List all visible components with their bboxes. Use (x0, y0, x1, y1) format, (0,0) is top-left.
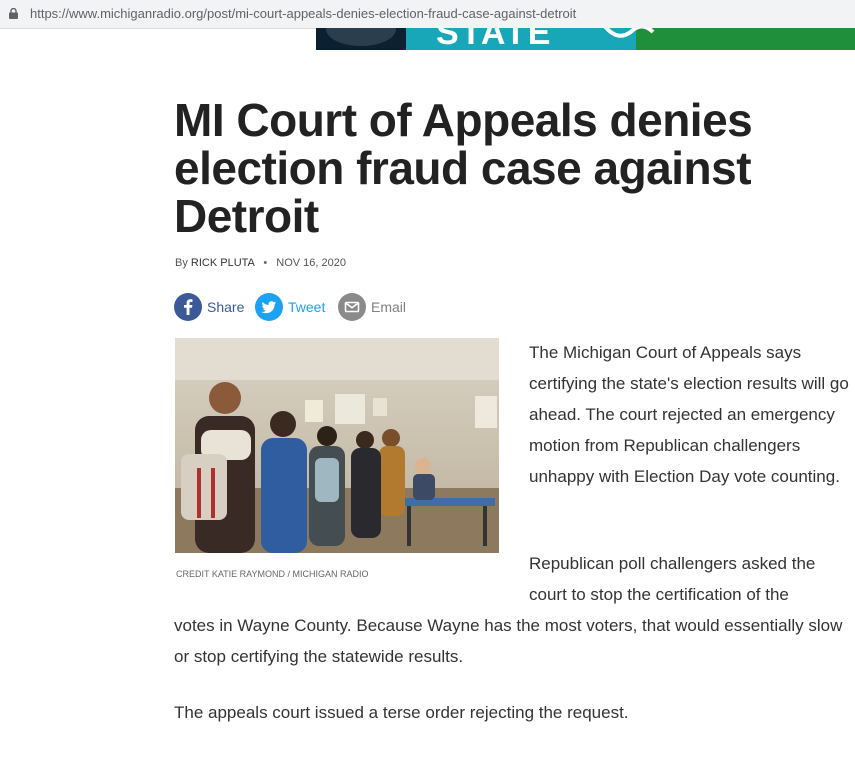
byline-separator: • (263, 257, 268, 269)
ad-green-panel (636, 28, 855, 50)
lock-icon (9, 8, 18, 19)
paragraph-2-continued: votes in Wayne County. Because Wayne has… (174, 616, 843, 666)
ad-text: STATE (436, 28, 553, 50)
paragraph-3: The appeals court issued a terse order r… (174, 703, 629, 722)
article-photo[interactable] (175, 338, 499, 553)
facebook-share-label: Share (207, 299, 245, 315)
paragraph-1: The Michigan Court of Appeals says certi… (529, 343, 849, 486)
twitter-share-button[interactable]: Tweet (255, 292, 325, 322)
url-text[interactable]: https://www.michiganradio.org/post/mi-co… (30, 6, 576, 21)
email-share-button[interactable]: Email (338, 292, 406, 322)
facebook-share-button[interactable]: Share (174, 292, 244, 322)
author-link[interactable]: RICK PLUTA (191, 257, 254, 269)
facebook-icon (174, 293, 202, 321)
photo-caption: CREDIT KATIE RAYMOND / MICHIGAN RADIO (176, 569, 369, 579)
ad-swirl-graphic (603, 28, 655, 38)
byline: By RICK PLUTA • NOV 16, 2020 (175, 257, 346, 269)
email-icon (338, 293, 366, 321)
twitter-icon (255, 293, 283, 321)
publish-date: NOV 16, 2020 (276, 257, 346, 269)
email-share-label: Email (371, 299, 407, 315)
ad-banner[interactable]: STATE (316, 28, 855, 50)
byline-prefix: By (175, 257, 188, 269)
address-bar[interactable]: https://www.michiganradio.org/post/mi-co… (0, 0, 855, 29)
twitter-share-label: Tweet (288, 299, 326, 315)
article-headline: MI Court of Appeals denies election frau… (174, 94, 753, 242)
polling-place-illustration (175, 338, 499, 553)
paragraph-2-start: Republican poll challengers asked the co… (529, 554, 816, 604)
